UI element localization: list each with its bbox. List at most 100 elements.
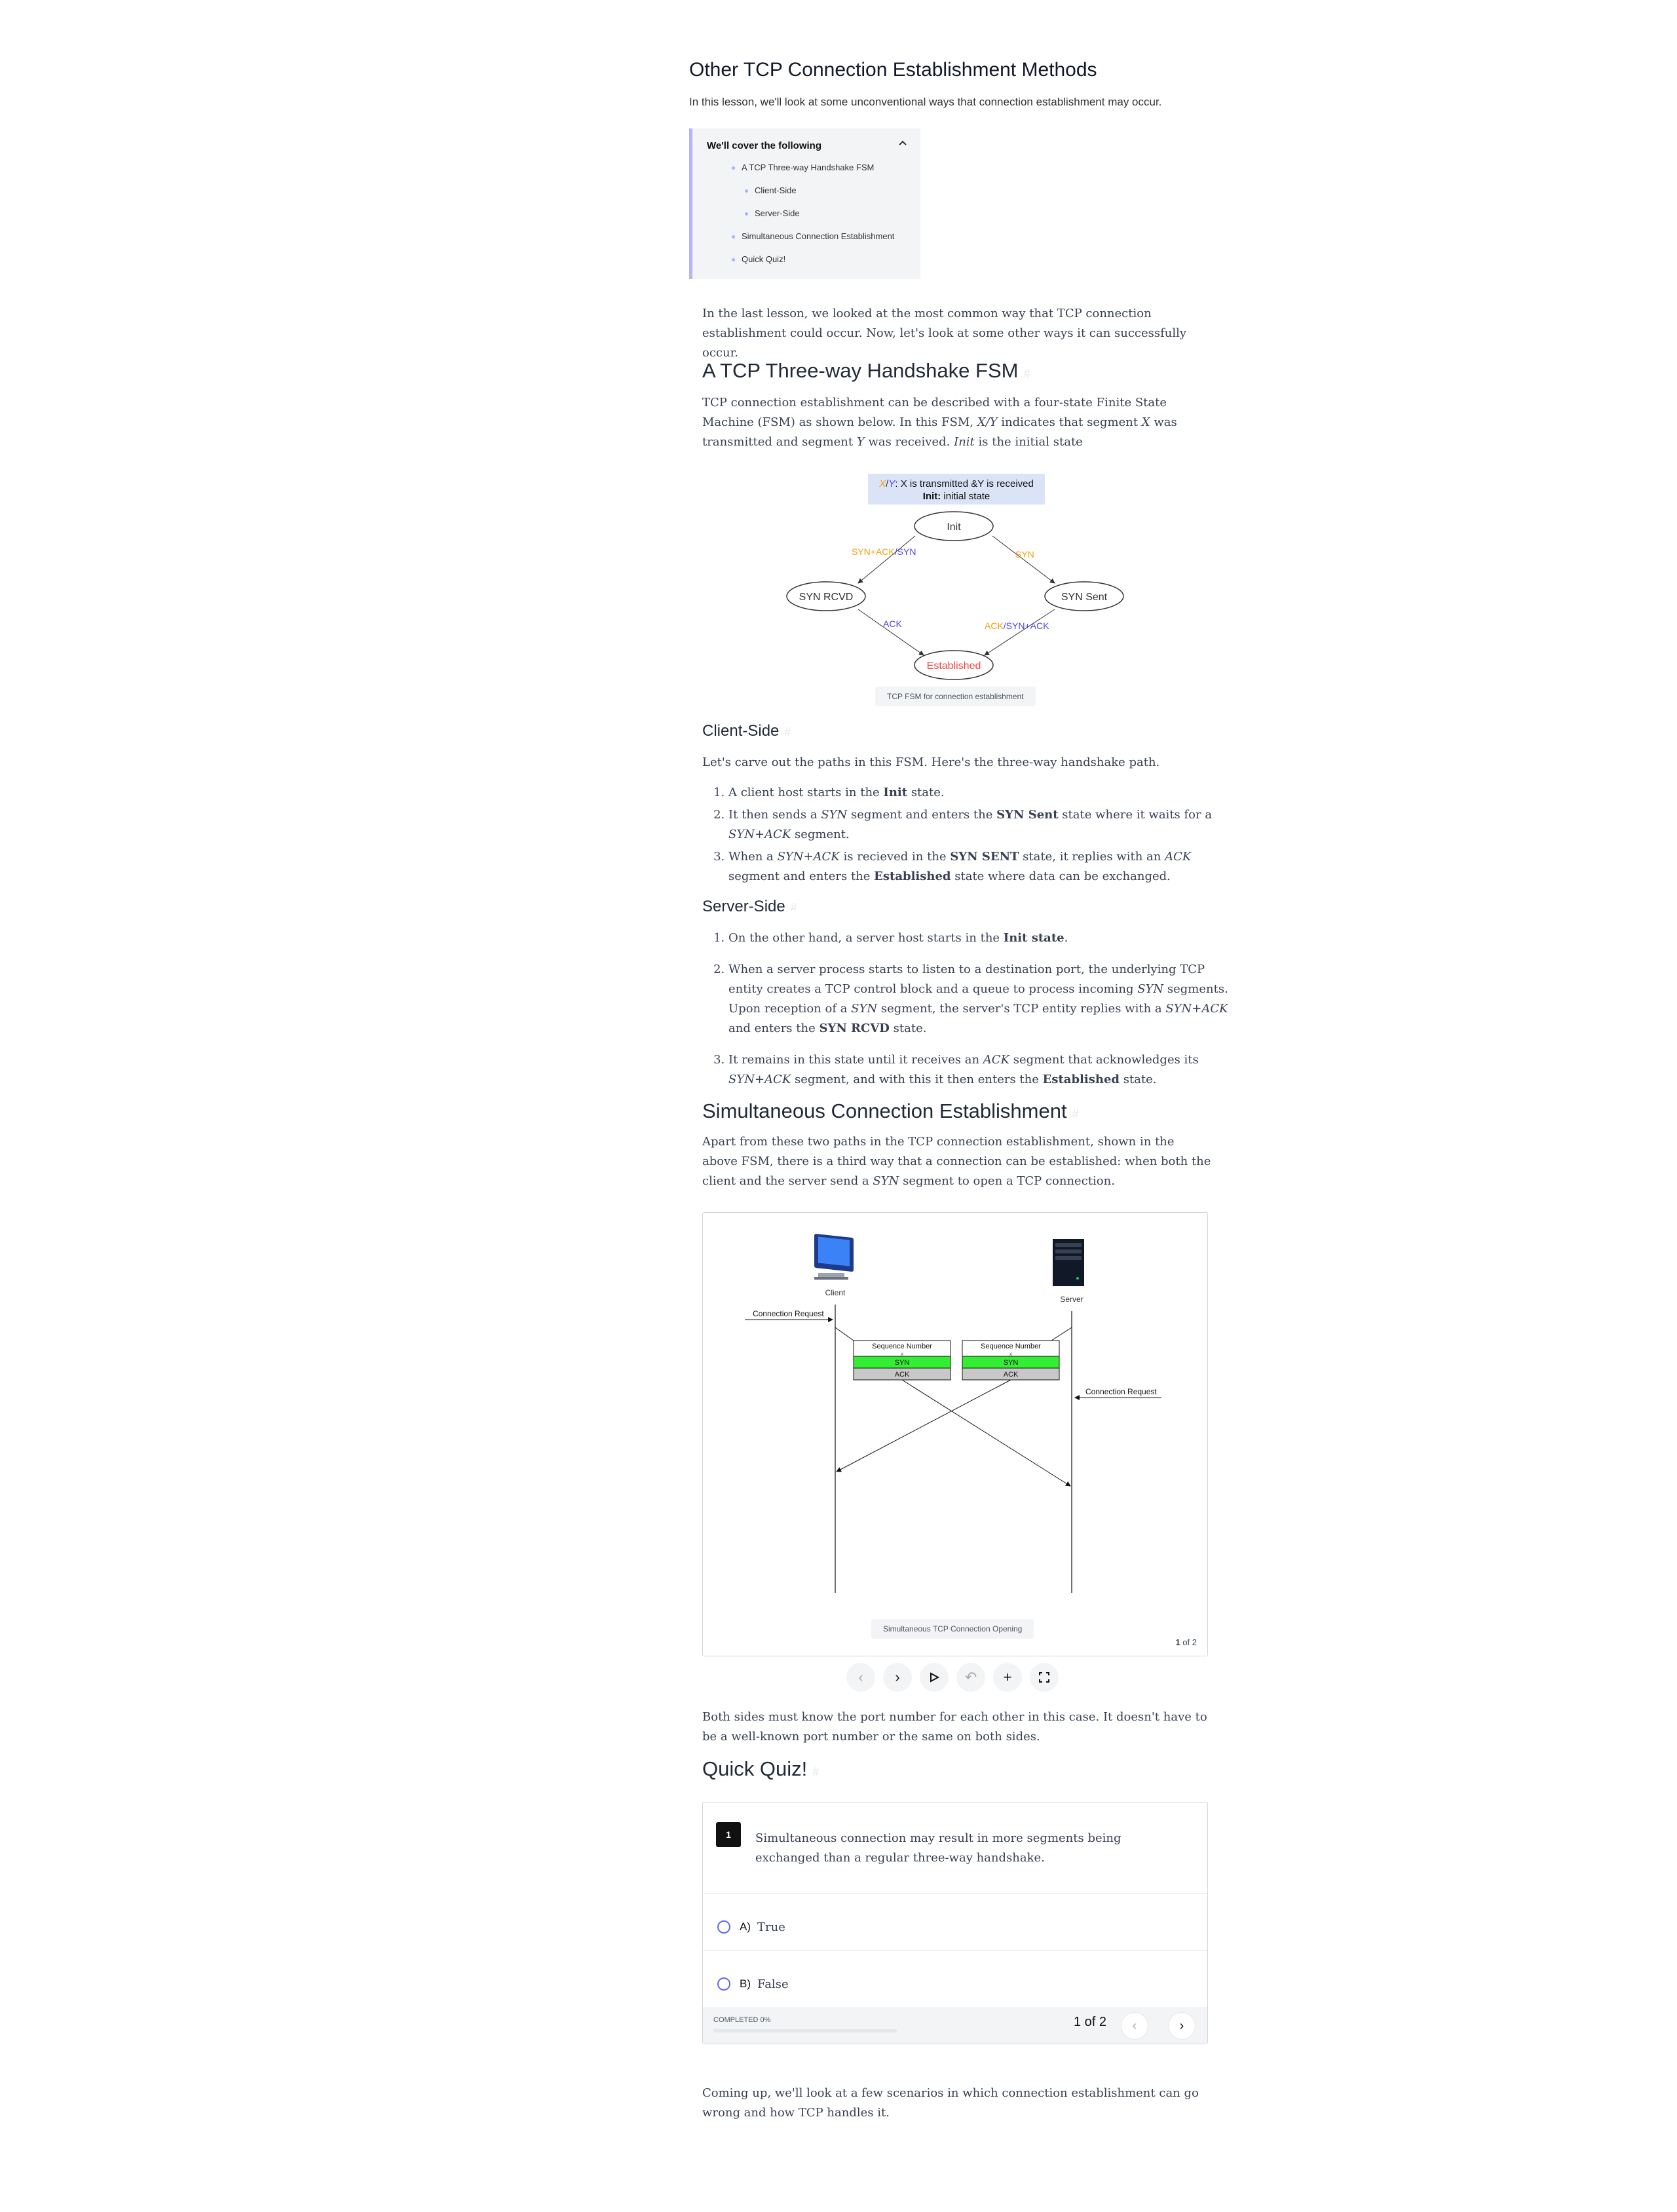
anchor-link-icon[interactable]: # (784, 725, 791, 738)
divider (703, 1950, 1207, 1951)
simultaneous-paragraph: Apart from these two paths in the TCP co… (702, 1135, 1211, 1188)
state-syn-sent-label: SYN Sent (1061, 592, 1108, 603)
completion-progress-bar (713, 2029, 897, 2032)
server-label: Server (1060, 1295, 1083, 1304)
toc-item-client-side[interactable]: Client-Side (745, 185, 797, 195)
slide-prev-button[interactable]: ‹ (846, 1663, 875, 1692)
fullscreen-icon (1039, 1672, 1049, 1683)
question-text: Simultaneous connection may result in mo… (755, 1831, 1121, 1865)
connection-request-right: Connection Request (1085, 1387, 1157, 1396)
quiz-option-a[interactable]: A) True (717, 1917, 785, 1937)
anchor-link-icon[interactable]: # (791, 901, 797, 914)
edge-init-to-rcvd (857, 535, 916, 584)
bullet-icon (732, 235, 735, 239)
slide-next-button[interactable]: › (883, 1663, 912, 1692)
list-item: It then sends a SYN segment and enters t… (728, 805, 1239, 845)
toc-heading: We'll cover the following (707, 140, 821, 151)
chevron-up-icon[interactable] (897, 138, 909, 153)
toc-panel: We'll cover the following A TCP Three-wa… (689, 128, 920, 279)
slide-play-button[interactable] (920, 1663, 949, 1692)
toc-item-fsm[interactable]: A TCP Three-way Handshake FSM (732, 162, 874, 172)
segment-ack-flag: ACK (1004, 1371, 1019, 1379)
toc-item-server-side[interactable]: Server-Side (745, 208, 800, 218)
anchor-link-icon[interactable]: # (812, 1765, 819, 1778)
segment-header-label: Sequence Number (981, 1343, 1041, 1350)
toc-item-simultaneous[interactable]: Simultaneous Connection Establishment (732, 231, 894, 241)
slide-fullscreen-button[interactable] (1030, 1663, 1059, 1692)
intro-paragraph: In the last lesson, we looked at the mos… (702, 307, 1187, 360)
quiz-card: 1 Simultaneous connection may result in … (702, 1802, 1208, 2044)
chevron-left-icon: ‹ (1132, 2018, 1137, 2033)
client-syn-segment: Sequence Number x SYN ACK (853, 1340, 951, 1381)
plus-icon: + (1003, 1669, 1012, 1685)
state-established-label: Established (927, 660, 981, 672)
bullet-icon (732, 166, 735, 170)
edge-sent-to-est (984, 609, 1055, 656)
undo-icon: ↶ (964, 1669, 977, 1685)
radio-button[interactable] (717, 1920, 730, 1934)
quiz-pager: 1 of 2 (1074, 2015, 1107, 2029)
fsm-legend-line2: Init: initial state (923, 491, 990, 502)
state-syn-rcvd-label: SYN RCVD (799, 592, 854, 603)
bullet-icon (745, 189, 748, 193)
bullet-icon (732, 258, 735, 262)
client-to-segment-line (835, 1327, 854, 1341)
server-syn-segment: Sequence Number x SYN ACK (962, 1340, 1060, 1381)
edge-label-sent-est: ACK/SYN+ACK (985, 620, 1049, 631)
fsm-paragraph: TCP connection establishment can be desc… (702, 396, 1177, 449)
list-item: When a SYN+ACK is recieved in the SYN SE… (728, 847, 1239, 887)
fsm-caption: TCP FSM for connection establishment (875, 687, 1036, 706)
edge-label-init-sent: SYN (1015, 549, 1034, 560)
server-to-segment-line (1051, 1327, 1072, 1341)
list-item: On the other hand, a server host starts … (728, 928, 1239, 948)
server-side-steps: On the other hand, a server host starts … (702, 928, 1239, 1092)
edge-init-to-sent (992, 535, 1055, 584)
quiz-option-b[interactable]: B) False (717, 1974, 789, 1994)
connection-request-left: Connection Request (753, 1309, 824, 1318)
fsm-legend-line1: X/Y: X is transmitted &Y is received (878, 478, 1034, 489)
question-number: 1 (716, 1822, 741, 1847)
slide-counter: 1 of 2 (1175, 1637, 1197, 1647)
bullet-icon (745, 212, 748, 216)
radio-button[interactable] (717, 1977, 730, 1991)
quiz-prev-button[interactable]: ‹ (1121, 2012, 1148, 2040)
list-item: When a server process starts to listen t… (728, 960, 1239, 1039)
quiz-footer: COMPLETED 0% 1 of 2 ‹ › (703, 2007, 1207, 2044)
section-heading-client-side: Client-Side # (702, 722, 791, 740)
divider (703, 1893, 1207, 1894)
edge-label-rcvd-est: ACK (883, 619, 902, 629)
desktop-computer-icon (814, 1234, 854, 1280)
section-heading-fsm: A TCP Three-way Handshake FSM # (702, 359, 1030, 382)
page-title: Other TCP Connection Establishment Metho… (689, 59, 1097, 81)
list-item: A client host starts in the Init state. (728, 783, 1239, 803)
chevron-right-icon: › (1179, 2018, 1184, 2033)
simultaneous-open-diagram: Client Server Connection Request Connect… (745, 1234, 1161, 1593)
quiz-next-button[interactable]: › (1168, 2012, 1196, 2040)
outro-paragraph: Coming up, we'll look at a few scenarios… (702, 2086, 1199, 2120)
toc-item-quiz[interactable]: Quick Quiz! (732, 254, 785, 264)
segment-syn-flag: SYN (895, 1359, 910, 1367)
server-tower-icon (1053, 1239, 1084, 1286)
fsm-diagram: X/Y: X is transmitted &Y is received Ini… (786, 474, 1124, 680)
slide-zoom-in-button[interactable]: + (993, 1663, 1022, 1692)
play-icon (930, 1672, 940, 1683)
slideshow-frame: Client Server Connection Request Connect… (702, 1212, 1208, 1656)
client-side-intro: Let's carve out the paths in this FSM. H… (702, 755, 1160, 769)
client-label: Client (825, 1288, 846, 1297)
section-heading-server-side: Server-Side # (702, 898, 797, 915)
section-heading-simultaneous: Simultaneous Connection Establishment # (702, 1099, 1079, 1122)
segment-syn-flag: SYN (1004, 1359, 1019, 1367)
slide-undo-button[interactable]: ↶ (956, 1663, 985, 1692)
segment-ack-flag: ACK (895, 1371, 910, 1379)
anchor-link-icon[interactable]: # (1072, 1107, 1079, 1120)
client-side-steps: A client host starts in the Init state. … (702, 783, 1239, 889)
state-init-label: Init (947, 522, 961, 533)
anchor-link-icon[interactable]: # (1023, 367, 1030, 380)
after-slides-paragraph: Both sides must know the port number for… (702, 1710, 1207, 1744)
edge-rcvd-to-est (857, 609, 924, 656)
section-heading-quiz: Quick Quiz! # (702, 1757, 820, 1780)
edge-label-init-rcvd: SYN+ACK/SYN (852, 546, 916, 557)
completion-label: COMPLETED 0% (713, 2016, 771, 2024)
client-syn-arrow (901, 1379, 1071, 1487)
list-item: It remains in this state until it receiv… (728, 1050, 1239, 1090)
